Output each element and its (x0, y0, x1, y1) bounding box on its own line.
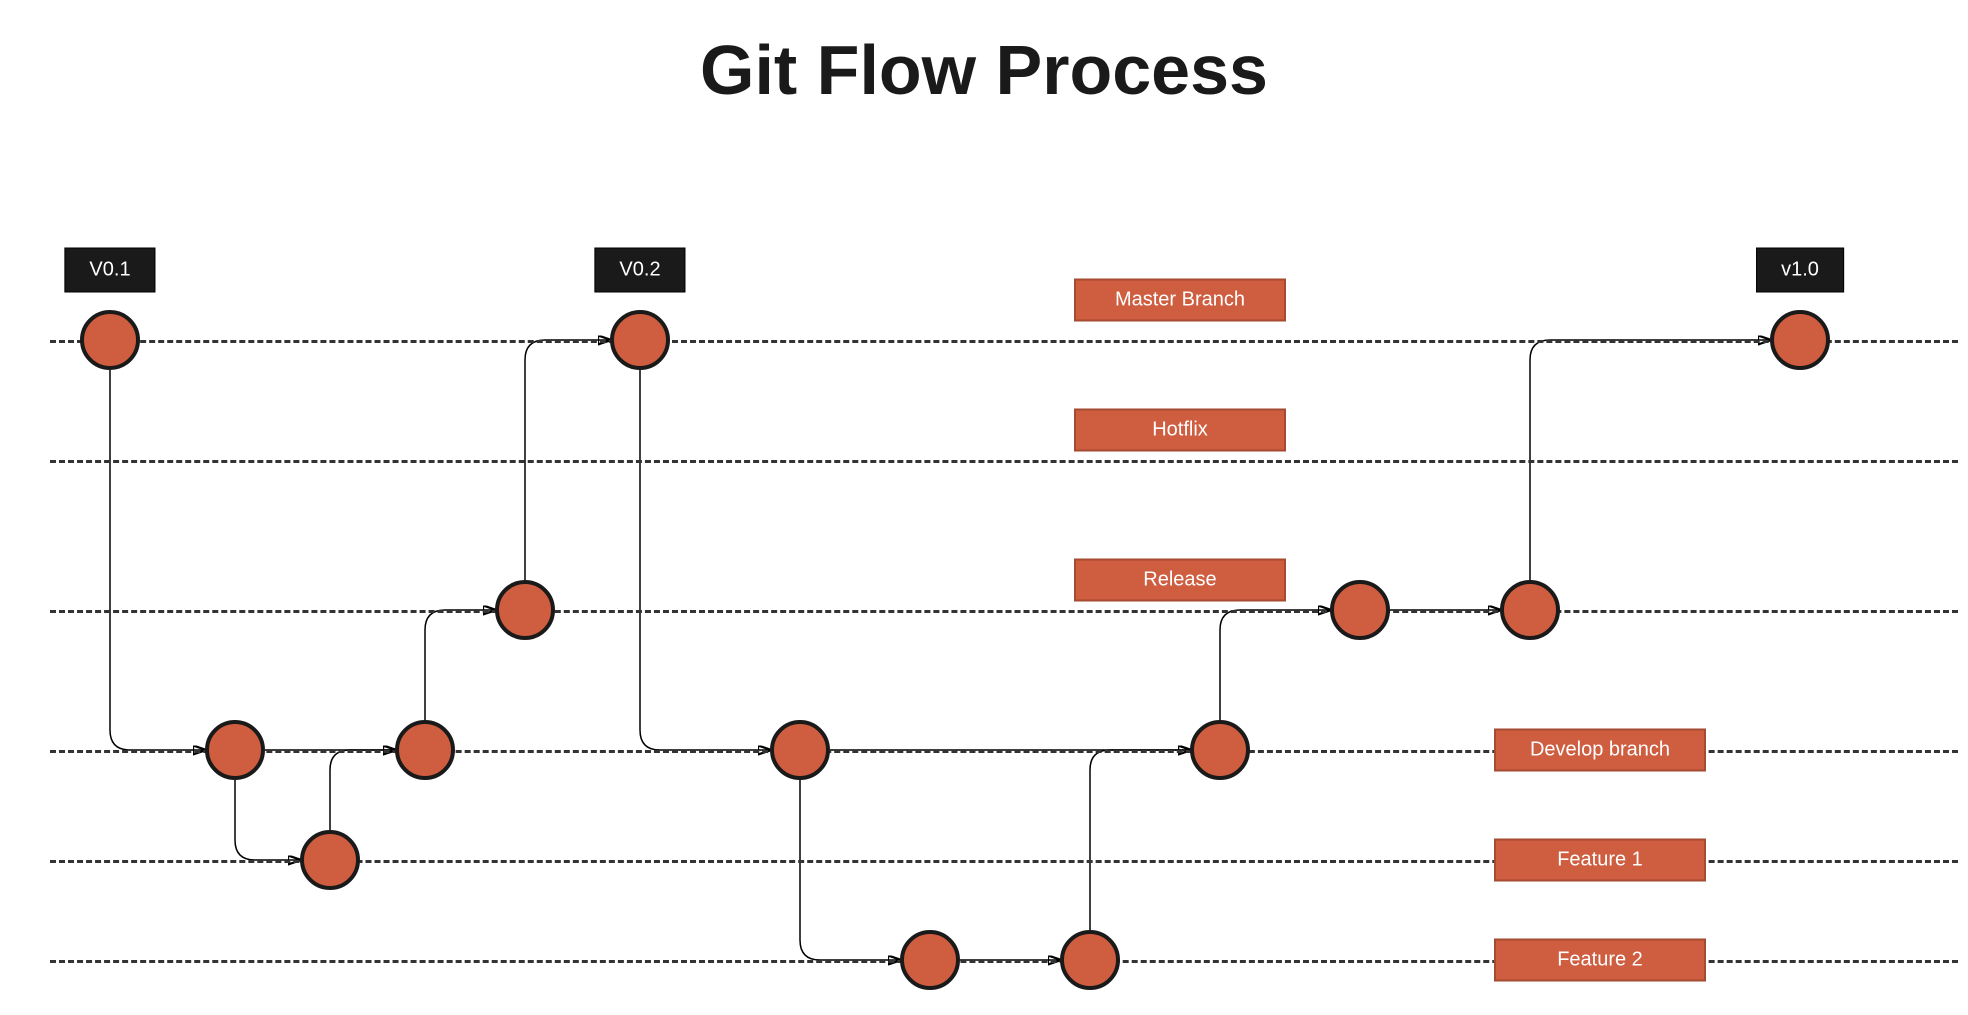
commit-node (300, 830, 360, 890)
lane-label-feature2: Feature 2 (1494, 939, 1706, 982)
commit-node (1060, 930, 1120, 990)
commit-node (1190, 720, 1250, 780)
version-tag: V0.2 (594, 248, 685, 293)
commit-node (395, 720, 455, 780)
lane-label-master: Master Branch (1074, 279, 1286, 322)
lane-label-feature1: Feature 1 (1494, 839, 1706, 882)
version-tag: V0.1 (64, 248, 155, 293)
commit-node (1770, 310, 1830, 370)
commit-node (770, 720, 830, 780)
diagram-canvas: Git Flow Process Master Branch Hotflix R… (0, 0, 1968, 1015)
commit-node (80, 310, 140, 370)
commit-node (205, 720, 265, 780)
version-tag: v1.0 (1756, 248, 1844, 293)
commit-node (900, 930, 960, 990)
lane-label-develop: Develop branch (1494, 729, 1706, 772)
lane-label-hotfix: Hotflix (1074, 409, 1286, 452)
lane-hotfix (50, 460, 1958, 463)
lane-label-release: Release (1074, 559, 1286, 602)
diagram-title: Git Flow Process (0, 30, 1968, 110)
commit-node (1500, 580, 1560, 640)
lane-release (50, 610, 1958, 613)
commit-node (495, 580, 555, 640)
commit-node (1330, 580, 1390, 640)
lane-master (50, 340, 1958, 343)
commit-node (610, 310, 670, 370)
